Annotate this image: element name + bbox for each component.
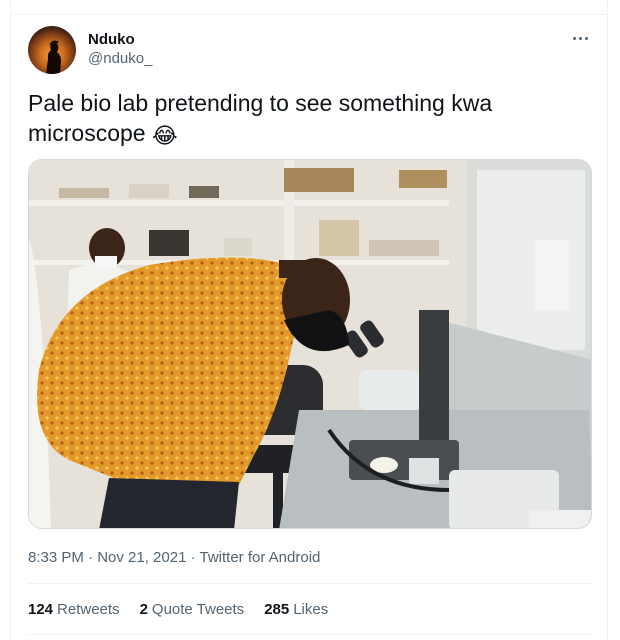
tweet-card: Nduko @nduko_ Pale bio lab pretending to… [10,0,608,640]
likes-stat[interactable]: 285 Likes [264,600,328,620]
tears-of-joy-emoji: 😂 [152,123,178,148]
retweets-stat[interactable]: 124 Retweets [28,600,120,620]
tweet-stats: 124 Retweets 2 Quote Tweets 285 Likes [28,600,328,620]
more-horizontal-icon[interactable] [569,28,591,48]
likes-label: Likes [293,601,329,618]
user-handle[interactable]: @nduko_ [88,49,152,69]
retweets-count: 124 [28,601,54,618]
tweet-photo[interactable] [28,159,592,529]
divider [28,583,590,584]
avatar[interactable] [28,26,76,74]
tweet-body: Pale bio lab pretending to see something… [28,90,493,146]
bottom-divider [28,634,590,635]
quote-tweets-count: 2 [139,601,148,618]
tweet-text: Pale bio lab pretending to see something… [28,88,588,151]
lab-photo-illustration [29,160,591,528]
avatar-silhouette-icon [46,40,61,74]
quote-tweets-label: Quote Tweets [151,601,245,618]
retweets-label: Retweets [57,601,120,618]
quote-tweets-stat[interactable]: 2 Quote Tweets [140,600,245,620]
top-divider [11,14,607,15]
author-block[interactable]: Nduko @nduko_ [88,30,152,69]
likes-count: 285 [264,601,290,618]
tweet-timestamp[interactable]: 8:33 PM · Nov 21, 2021 · Twitter for And… [28,548,320,568]
display-name[interactable]: Nduko [88,30,152,49]
